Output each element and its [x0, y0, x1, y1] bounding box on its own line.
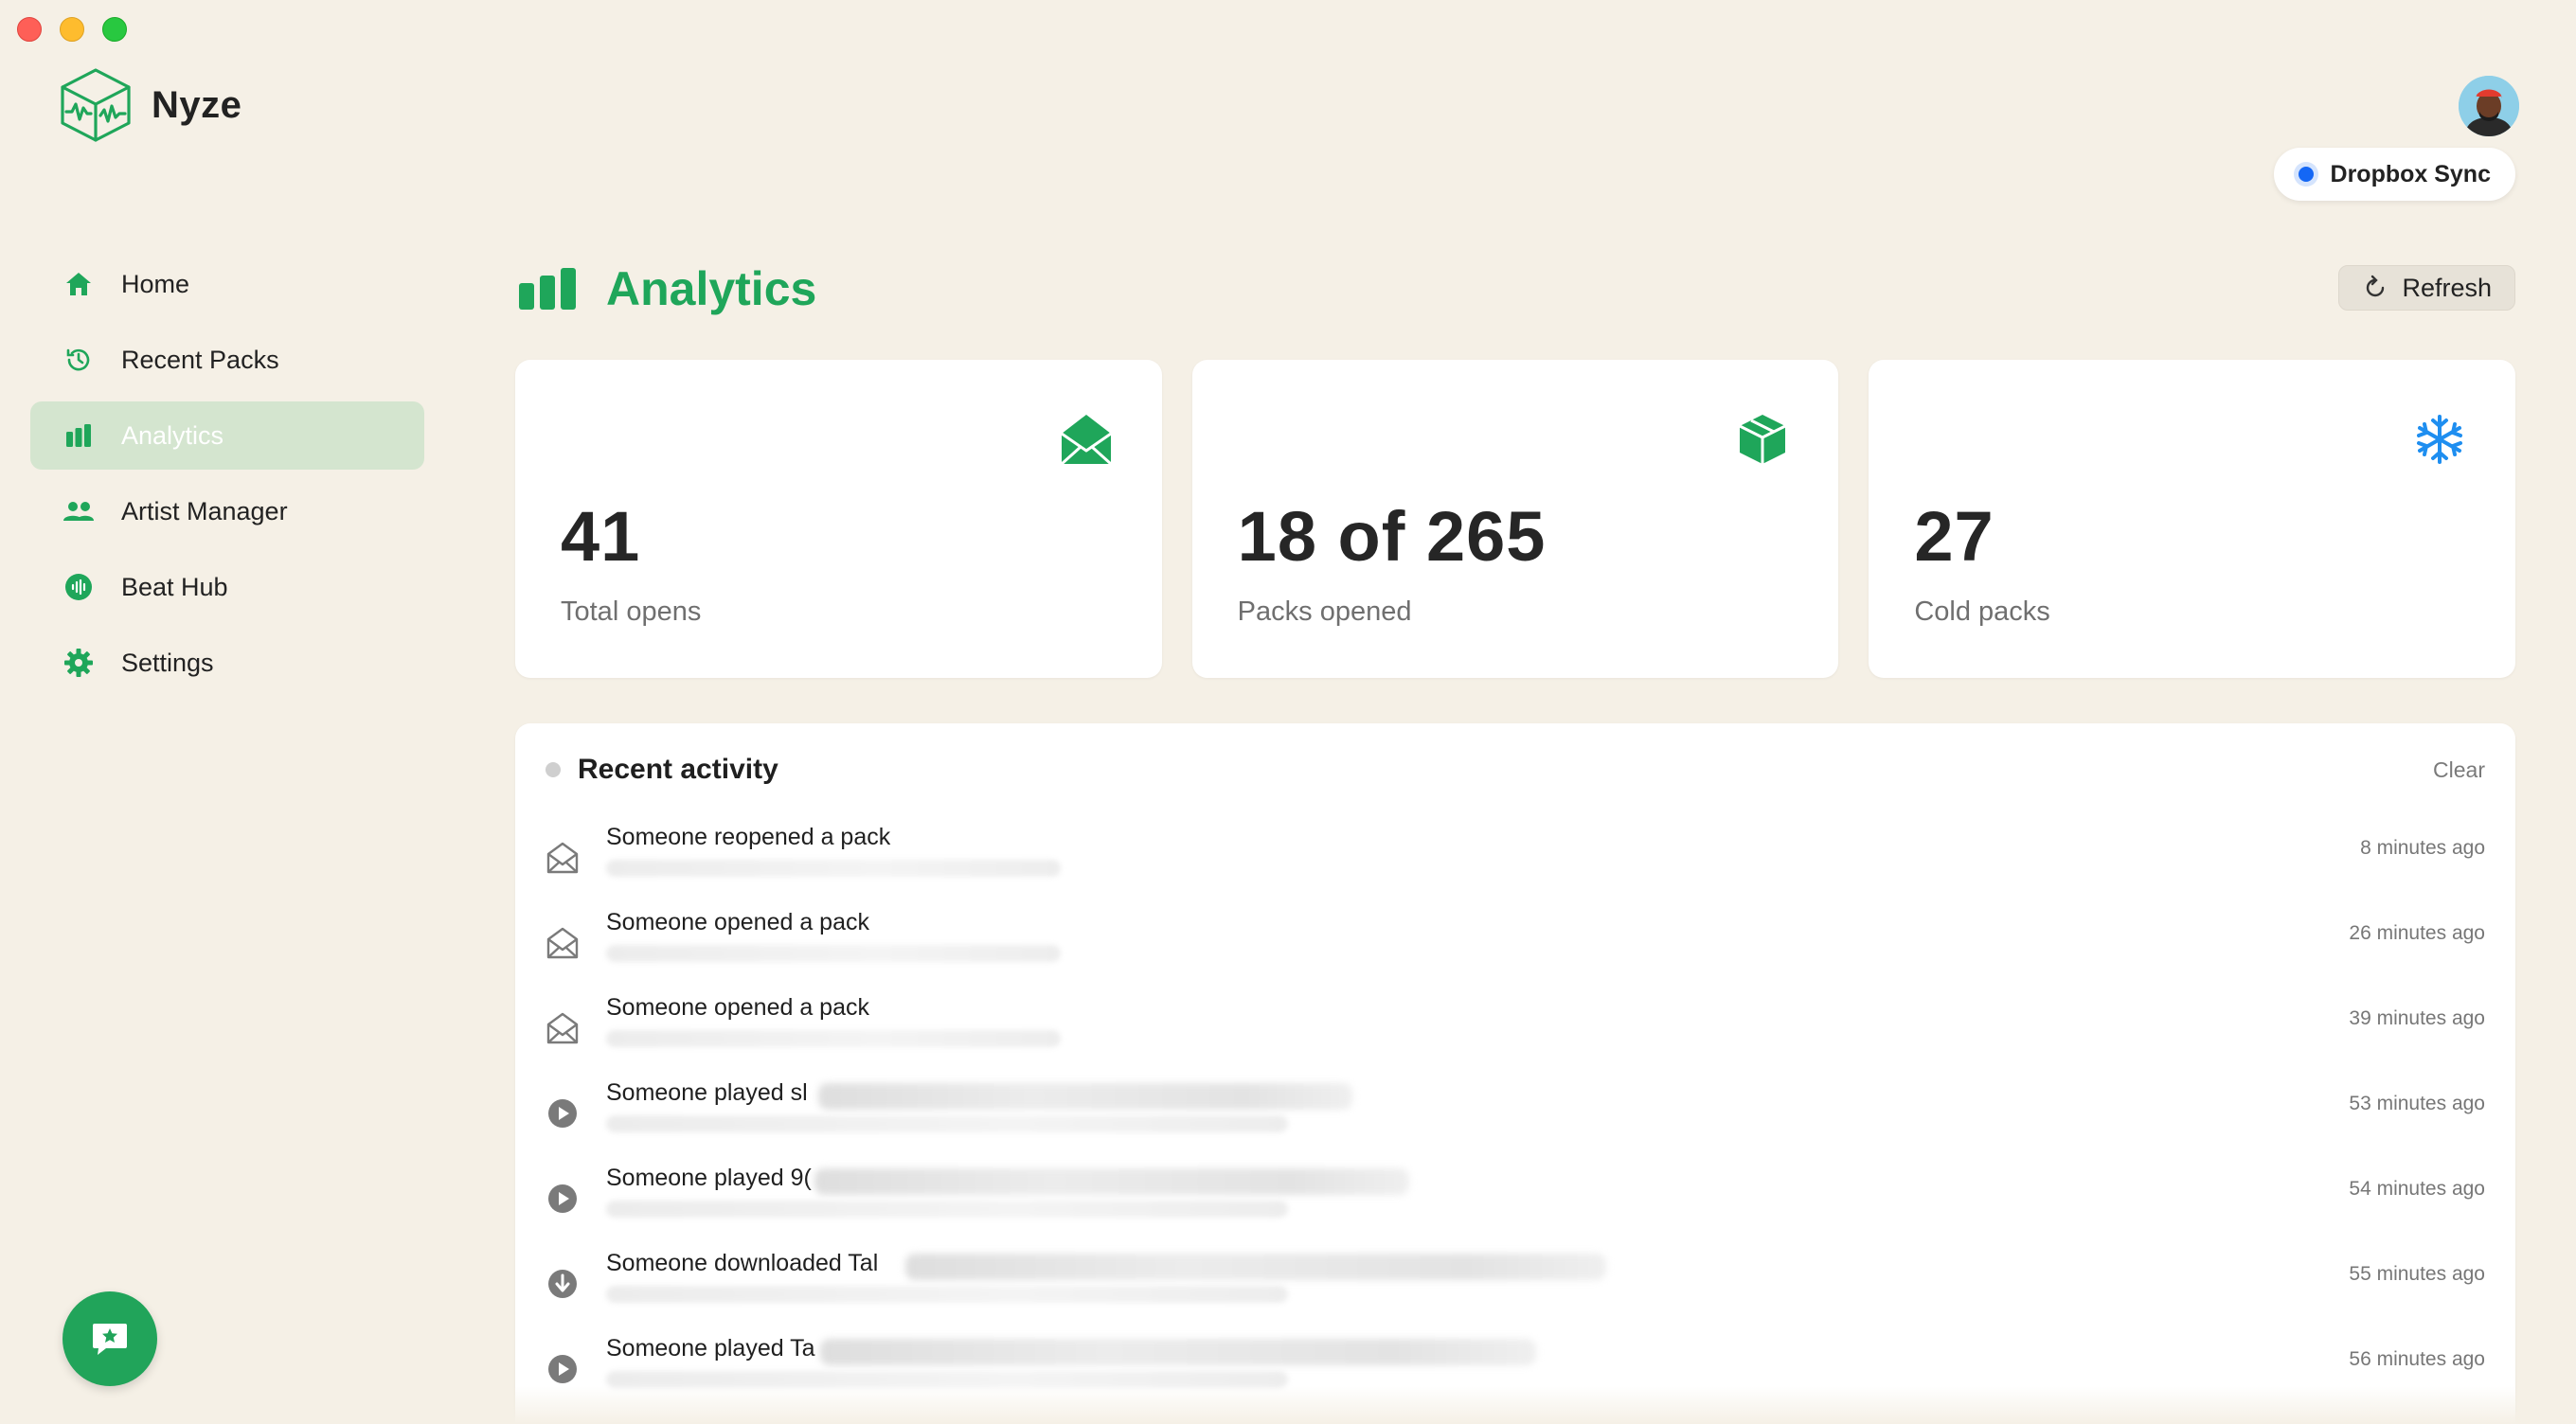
stat-card-total-opens: 41 Total opens	[515, 360, 1162, 678]
recent-activity-panel: Recent activity Clear Someone reopened a…	[515, 723, 2515, 1424]
chat-star-icon	[93, 1324, 127, 1355]
activity-text: Someone played sl	[606, 1079, 808, 1106]
activity-list: Someone reopened a pack 8 minutes ago So…	[546, 814, 2485, 1411]
activity-time: 56 minutes ago	[2349, 1348, 2485, 1370]
stat-label: Total opens	[561, 596, 702, 627]
sidebar-item-label: Home	[121, 269, 190, 298]
download-circle-icon	[548, 1270, 577, 1298]
activity-time: 55 minutes ago	[2349, 1263, 2485, 1285]
play-circle-icon	[548, 1184, 577, 1213]
sidebar-item-label: Recent Packs	[121, 345, 279, 374]
sync-status-dot	[2298, 167, 2314, 182]
sidebar-item-recent-packs[interactable]: Recent Packs	[30, 326, 424, 394]
close-window-button[interactable]	[17, 17, 42, 42]
home-icon	[63, 268, 95, 300]
audio-wave-icon	[63, 571, 95, 603]
open-envelope-icon	[546, 927, 579, 959]
list-item[interactable]: Someone downloaded Tal 55 minutes ago	[546, 1240, 2485, 1326]
open-envelope-icon	[1060, 415, 1113, 466]
gear-icon	[63, 647, 95, 679]
refresh-icon	[2367, 275, 2385, 297]
blurred-detail	[606, 1286, 1288, 1303]
cube-logo-icon	[61, 68, 131, 142]
app-logo: Nyze	[59, 66, 242, 144]
play-circle-icon	[548, 1355, 577, 1383]
activity-time: 53 minutes ago	[2349, 1093, 2485, 1114]
app-window: Nyze Dropbox Sync Home Recent Packs Anal…	[0, 0, 2576, 1424]
history-icon	[63, 344, 95, 376]
list-item[interactable]: Someone played sl 53 minutes ago	[546, 1070, 2485, 1155]
stats-row: 41 Total opens 18 of 265 Packs opened 27…	[515, 360, 2516, 678]
window-controls	[17, 17, 127, 42]
minimize-window-button[interactable]	[60, 17, 84, 42]
refresh-button[interactable]: Refresh	[2338, 265, 2515, 311]
activity-time: 54 minutes ago	[2349, 1178, 2485, 1200]
blurred-title	[820, 1339, 1536, 1365]
sidebar-item-home[interactable]: Home	[30, 250, 424, 318]
stat-value: 41	[561, 497, 641, 576]
activity-text: Someone downloaded Tal	[606, 1250, 879, 1276]
clear-activity-button[interactable]: Clear	[2433, 757, 2485, 783]
dropbox-sync-status[interactable]: Dropbox Sync	[2273, 148, 2515, 201]
sidebar-item-artist-manager[interactable]: Artist Manager	[30, 477, 424, 545]
sidebar: Home Recent Packs Analytics Artist Manag…	[30, 250, 424, 704]
maximize-window-button[interactable]	[102, 17, 127, 42]
blurred-detail	[606, 1030, 1061, 1047]
activity-status-dot	[546, 762, 561, 777]
list-item[interactable]: Someone played 9( 54 minutes ago	[546, 1155, 2485, 1240]
bar-chart-icon	[63, 419, 95, 452]
blurred-detail	[606, 1115, 1288, 1132]
feedback-chat-button[interactable]	[63, 1291, 157, 1386]
blurred-title	[905, 1254, 1606, 1280]
app-name: Nyze	[152, 83, 242, 126]
blurred-detail	[606, 860, 1061, 877]
sidebar-item-settings[interactable]: Settings	[30, 629, 424, 697]
activity-header: Recent activity Clear	[546, 754, 2485, 786]
stat-label: Cold packs	[1914, 596, 2050, 627]
open-envelope-icon	[546, 1012, 579, 1044]
blurred-title	[814, 1168, 1409, 1195]
blurred-detail	[606, 945, 1061, 962]
list-item[interactable]: Someone opened a pack 26 minutes ago	[546, 899, 2485, 985]
stat-card-cold-packs: 27 Cold packs	[1869, 360, 2516, 678]
sidebar-item-label: Analytics	[121, 420, 224, 450]
stat-value: 18 of 265	[1237, 497, 1547, 576]
blurred-title	[818, 1083, 1352, 1110]
sidebar-item-analytics[interactable]: Analytics	[30, 401, 424, 470]
list-item[interactable]: Someone opened a pack 39 minutes ago	[546, 985, 2485, 1070]
avatar-image	[2459, 76, 2519, 136]
sidebar-item-label: Settings	[121, 648, 214, 677]
blurred-detail	[606, 1201, 1288, 1218]
sidebar-item-label: Artist Manager	[121, 496, 288, 525]
activity-text: Someone played Ta	[606, 1335, 815, 1362]
cube-icon	[1739, 415, 1787, 464]
bar-chart-icon	[519, 268, 576, 310]
page-title: Analytics	[606, 262, 817, 315]
refresh-label: Refresh	[2402, 273, 2492, 302]
user-avatar[interactable]	[2459, 76, 2519, 136]
stat-label: Packs opened	[1237, 596, 1412, 627]
list-item[interactable]: Someone reopened a pack 8 minutes ago	[546, 814, 2485, 899]
activity-time: 26 minutes ago	[2349, 922, 2485, 944]
activity-title: Recent activity	[578, 754, 778, 785]
stat-card-packs-opened: 18 of 265 Packs opened	[1191, 360, 1839, 678]
sidebar-item-label: Beat Hub	[121, 572, 228, 601]
activity-text: Someone played 9(	[606, 1165, 812, 1191]
activity-time: 8 minutes ago	[2360, 837, 2485, 859]
play-circle-icon	[548, 1099, 577, 1128]
sidebar-item-beat-hub[interactable]: Beat Hub	[30, 553, 424, 621]
stat-value: 27	[1914, 497, 1995, 576]
activity-text: Someone reopened a pack	[606, 824, 891, 850]
sync-label: Dropbox Sync	[2330, 160, 2491, 187]
activity-text: Someone opened a pack	[606, 994, 869, 1021]
activity-time: 39 minutes ago	[2349, 1007, 2485, 1029]
activity-text: Someone opened a pack	[606, 909, 869, 935]
bottom-fade	[0, 1386, 2576, 1424]
page-header: Analytics	[519, 261, 816, 316]
snowflake-icon	[2417, 415, 2463, 464]
open-envelope-icon	[546, 842, 579, 874]
users-icon	[63, 495, 95, 527]
